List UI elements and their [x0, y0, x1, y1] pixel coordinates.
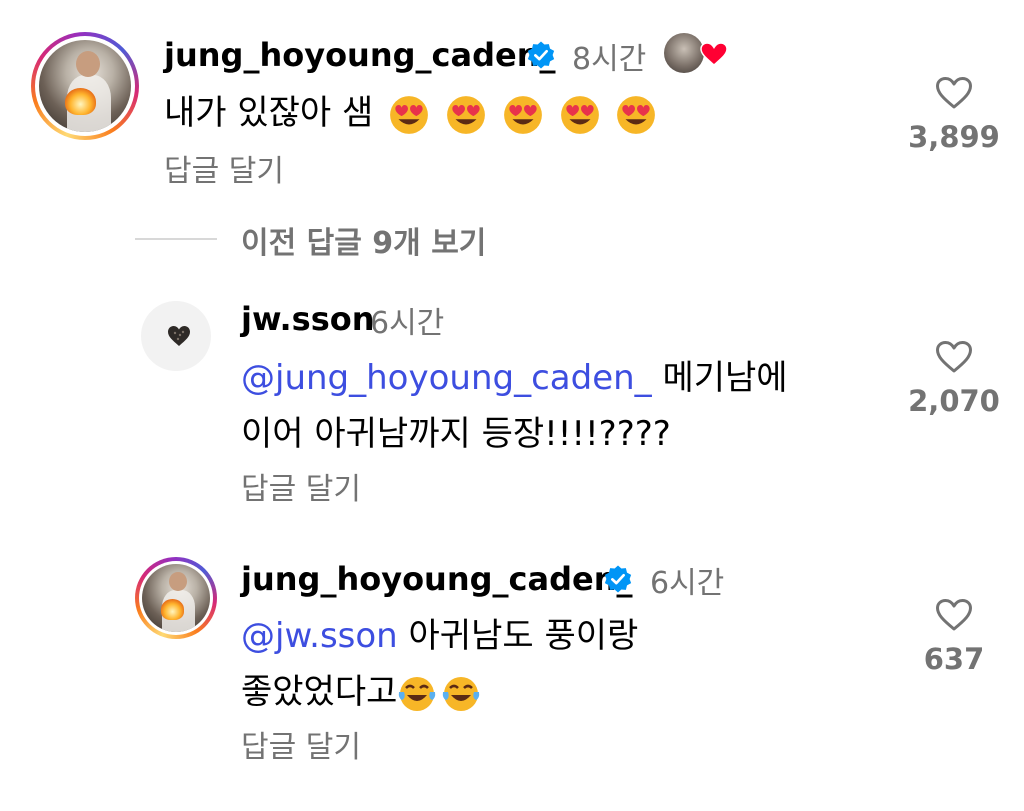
like-count: 637 [923, 642, 985, 676]
reply-button[interactable]: 답글 달기 [241, 464, 361, 508]
avatar-photo-head [75, 51, 100, 77]
avatar-jung-hoyoung-caden[interactable] [135, 557, 217, 639]
avatar-ring-inner [139, 561, 213, 635]
mention-link[interactable]: @jung_hoyoung_caden_ [241, 358, 652, 398]
comment-body: 내가 있잖아 샘 [164, 93, 374, 133]
avatar-dark-heart-icon [168, 326, 190, 346]
comment-body: 메기남에 [651, 358, 788, 398]
heart-eyes-emoji [617, 95, 656, 134]
avatar-photo-head [169, 572, 187, 592]
mention-link[interactable]: @jw.sson [241, 616, 398, 656]
comment-time: 6시간 [650, 566, 725, 601]
avatar-photo [39, 40, 131, 132]
like-column: 3,899 [894, 76, 1014, 154]
comment-username[interactable]: jung_hoyoung_caden_ [164, 36, 555, 74]
avatar-ring-inner [35, 36, 135, 136]
creator-liked-avatar [664, 33, 704, 73]
verified-badge-icon [527, 41, 555, 69]
replies-divider [135, 238, 217, 240]
tears-of-joy-emoji [443, 676, 480, 711]
comment-time: 8시간 [572, 42, 647, 77]
heart-eyes-emoji [503, 95, 542, 134]
comment-line-2: 좋았었다고 [241, 664, 638, 720]
reply-button[interactable]: 답글 달기 [164, 146, 284, 190]
comment-text: @jw.sson 아귀남도 풍이랑 좋았었다고 [241, 608, 638, 720]
heart-eyes-emoji [447, 95, 485, 134]
comment-text: 내가 있잖아 샘 [164, 85, 657, 141]
avatar-photo-flame [161, 599, 185, 620]
comment-username[interactable]: jw.sson [241, 300, 375, 338]
comment-line-1: @jung_hoyoung_caden_ 메기남에 [241, 350, 788, 406]
like-count: 3,899 [908, 120, 1000, 154]
creator-liked-heart-icon [700, 42, 728, 66]
heart-eyes-emoji [560, 95, 599, 134]
comment-line-1: @jw.sson 아귀남도 풍이랑 [241, 608, 638, 664]
like-heart-icon[interactable] [935, 340, 973, 374]
like-heart-icon[interactable] [935, 598, 973, 632]
verified-badge-icon [604, 565, 632, 593]
like-column: 637 [894, 598, 1014, 676]
like-count: 2,070 [908, 384, 1000, 418]
avatar-jw-sson[interactable] [141, 301, 211, 371]
like-column: 2,070 [894, 340, 1014, 418]
view-previous-replies-button[interactable]: 이전 답글 9개 보기 [241, 218, 486, 262]
comment-username[interactable]: jung_hoyoung_caden_ [241, 560, 632, 598]
comment-text: @jung_hoyoung_caden_ 메기남에 이어 아귀남까지 등장!!!… [241, 350, 788, 462]
tears-of-joy-emoji [399, 676, 436, 711]
comment-body: 좋았었다고 [241, 672, 398, 712]
heart-eyes-emoji-group [384, 93, 657, 134]
reply-button[interactable]: 답글 달기 [241, 722, 361, 766]
avatar-jung-hoyoung-caden[interactable] [31, 32, 139, 140]
like-heart-icon[interactable] [935, 76, 973, 110]
avatar-photo [142, 564, 210, 632]
comment-line-2: 이어 아귀남까지 등장!!!!???? [241, 414, 671, 454]
comment-body: 아귀남도 풍이랑 [397, 616, 639, 656]
heart-eyes-emoji [390, 95, 429, 134]
comment-time: 6시간 [370, 306, 445, 341]
avatar-photo-flame [64, 87, 97, 116]
